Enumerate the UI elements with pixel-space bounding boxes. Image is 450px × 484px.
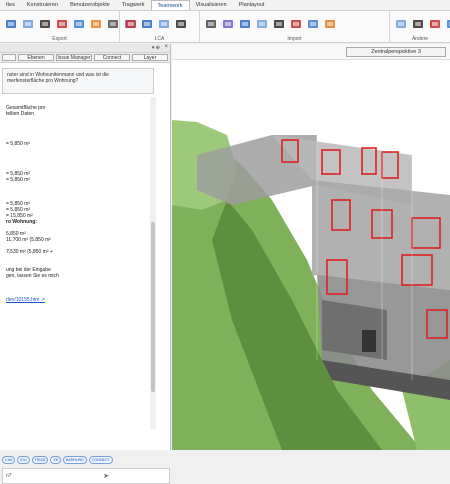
- panel-tabs: Ebenen Issue Manager Connect Layer: [0, 53, 170, 63]
- rhino-icon[interactable]: [38, 17, 52, 31]
- red-arrow-icon[interactable]: [445, 17, 450, 31]
- ribbon-group-change: Ändere: [390, 11, 450, 43]
- close-icon[interactable]: ×: [164, 44, 168, 50]
- tab-visualisieren[interactable]: Visualisieren: [190, 0, 233, 10]
- import-icon[interactable]: [238, 17, 252, 31]
- tab-ttes[interactable]: ttes: [0, 0, 21, 10]
- question-line: merfensterfläche pro Wohnung?: [7, 78, 79, 84]
- pen-icon[interactable]: [411, 17, 425, 31]
- chip-connect[interactable]: CONNECT: [88, 456, 113, 464]
- ifc-icon[interactable]: [289, 17, 303, 31]
- suggestion-chips: CAA IDU TRIAD ZB BARRUNG CONNECT: [2, 456, 170, 464]
- tab-planlayout[interactable]: Planlayout: [233, 0, 271, 10]
- panel-header: ▾ ⊕ ×: [0, 44, 170, 53]
- group-label-export: Export: [52, 36, 67, 42]
- 3d-viewport[interactable]: Zentralperspektive 3: [172, 44, 450, 450]
- chip-barrung[interactable]: BARRUNG: [62, 456, 87, 464]
- ribbon-group-lca: LCA: [120, 11, 200, 43]
- tab-tragwerk[interactable]: Tragwerk: [116, 0, 151, 10]
- ribbon-group-export: Export: [0, 11, 186, 43]
- chip-caa[interactable]: CAA: [2, 456, 16, 464]
- tab-konstruieren[interactable]: Konstruieren: [21, 0, 64, 10]
- help-link[interactable]: rlen/10155.htm ↗: [6, 297, 144, 303]
- panel-tab-connect[interactable]: Connect: [94, 54, 130, 61]
- assistant-answer: Gesamtfläche pro tellten Daten = 5,850 m²…: [2, 97, 148, 429]
- import-arrows-icon[interactable]: [272, 17, 286, 31]
- viewport-tab-label[interactable]: Zentralperspektive 3: [346, 47, 446, 57]
- tab-benutzerobjekte[interactable]: Benutzerobjekte: [64, 0, 116, 10]
- stack-icon[interactable]: [106, 17, 120, 31]
- group-label-lca: LCA: [154, 36, 165, 42]
- red-cube-icon[interactable]: [323, 17, 337, 31]
- middle-facade: [312, 180, 450, 290]
- gear-icon[interactable]: [428, 17, 442, 31]
- mesh-icon[interactable]: [21, 17, 35, 31]
- ribbon-tabbar: ttes Konstruieren Benutzerobjekte Tragwerk T…: [0, 0, 450, 11]
- tab-teamwork[interactable]: Teamwork: [150, 0, 190, 10]
- blue-arrow-icon[interactable]: [72, 17, 86, 31]
- send-icon[interactable]: ➤: [103, 472, 109, 480]
- pin-icon[interactable]: ▾ ⊕: [152, 45, 160, 51]
- ribbon: Export LCA Import Ändere: [0, 11, 450, 43]
- scroll-thumb[interactable]: [151, 222, 155, 392]
- group-label-import: Import: [287, 36, 302, 42]
- panel-tab-issue-manager[interactable]: Issue Manager: [56, 54, 92, 61]
- layers-icon[interactable]: [55, 17, 69, 31]
- entrance-door: [362, 330, 376, 352]
- chip-zb[interactable]: ZB: [50, 456, 61, 464]
- rhino-import-icon[interactable]: [255, 17, 269, 31]
- user-question: nster sind in Wohnunitenmann und was ist…: [2, 68, 154, 94]
- panel-tab-layer[interactable]: Layer: [132, 54, 168, 61]
- ribbon-group-import: Import: [200, 11, 390, 43]
- cube-icon[interactable]: [306, 17, 320, 31]
- car-icon[interactable]: [4, 17, 18, 31]
- building-model[interactable]: [172, 60, 450, 450]
- panel-tab-0[interactable]: [2, 54, 16, 61]
- obj-icon[interactable]: [221, 17, 235, 31]
- ai-assistant-panel: ▾ ⊕ × Ebenen Issue Manager Connect Layer…: [0, 44, 171, 484]
- chat-input-text[interactable]: n?: [6, 473, 12, 479]
- lca-icon[interactable]: [124, 17, 138, 31]
- pencil-icon[interactable]: [394, 17, 408, 31]
- answer-scrollbar[interactable]: [150, 97, 156, 429]
- group-label-change: Ändere: [411, 36, 429, 42]
- chat-input[interactable]: n? ➤: [2, 468, 170, 484]
- panel-tab-ebenen[interactable]: Ebenen: [18, 54, 54, 61]
- ground-floor: [322, 300, 387, 360]
- people-icon[interactable]: [204, 17, 218, 31]
- chip-idu[interactable]: IDU: [17, 456, 30, 464]
- drop-icon[interactable]: [89, 17, 103, 31]
- chip-triad[interactable]: TRIAD: [31, 456, 49, 464]
